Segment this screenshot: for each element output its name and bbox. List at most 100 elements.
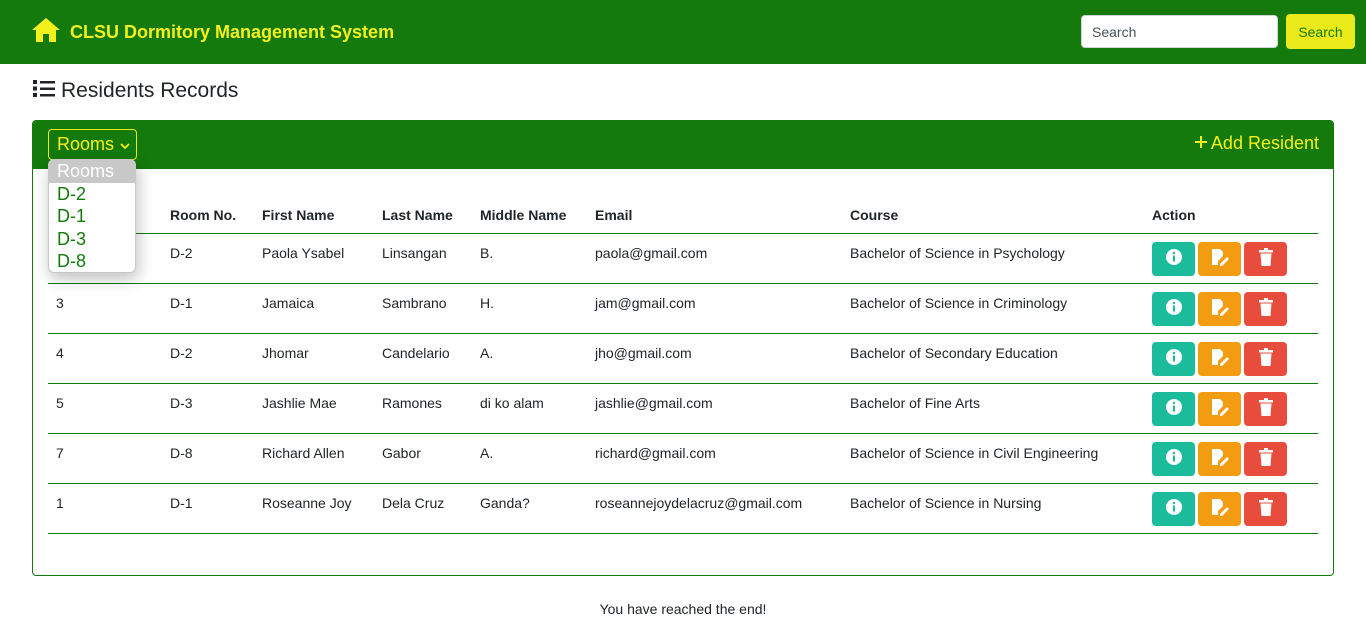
cell-action <box>1144 383 1318 434</box>
trash-icon <box>1258 248 1273 269</box>
delete-button[interactable] <box>1244 441 1287 476</box>
page-title: Residents Records <box>33 79 238 103</box>
trash-icon <box>1258 298 1273 319</box>
rooms-dropdown: Rooms D-2 D-1 D-3 D-8 <box>48 159 136 273</box>
cell-first-name: Jashlie Mae <box>254 383 374 434</box>
cell-room-no: D-1 <box>162 283 254 334</box>
edit-icon <box>1210 498 1230 519</box>
cell-course: Bachelor of Science in Psychology <box>842 233 1144 284</box>
header-course: Course <box>842 205 1144 234</box>
edit-icon <box>1210 448 1230 469</box>
home-icon <box>31 17 61 48</box>
header-email: Email <box>587 205 842 234</box>
chevron-down-icon <box>120 134 130 155</box>
header-action: Action <box>1144 205 1318 234</box>
rooms-option[interactable]: D-1 <box>49 205 135 228</box>
cell-email: richard@gmail.com <box>587 433 842 484</box>
view-info-button[interactable] <box>1152 391 1195 426</box>
edit-icon <box>1210 398 1230 419</box>
table-row: 7 D-8 Richard Allen Gabor A. richard@gmail.co… <box>48 433 1318 484</box>
cell-first-name: Paola Ysabel <box>254 233 374 284</box>
info-icon <box>1165 248 1183 269</box>
delete-button[interactable] <box>1244 341 1287 376</box>
cell-action <box>1144 233 1318 284</box>
plus-icon <box>1194 133 1208 154</box>
rooms-option[interactable]: D-3 <box>49 228 135 251</box>
cell-student-no: 7 <box>48 433 162 484</box>
view-info-button[interactable] <box>1152 491 1195 526</box>
delete-button[interactable] <box>1244 491 1287 526</box>
delete-button[interactable] <box>1244 241 1287 276</box>
header-last-name: Last Name <box>374 205 472 234</box>
info-icon <box>1165 498 1183 519</box>
cell-course: Bachelor of Science in Civil Engineering <box>842 433 1144 484</box>
residents-card: Rooms Add Resident Student No. Room No. … <box>32 120 1334 576</box>
edit-button[interactable] <box>1198 291 1241 326</box>
cell-last-name: Ramones <box>374 383 472 434</box>
cell-student-no: 4 <box>48 333 162 384</box>
brand[interactable]: CLSU Dormitory Management System <box>31 17 394 48</box>
header-first-name: First Name <box>254 205 374 234</box>
cell-first-name: Richard Allen <box>254 433 374 484</box>
edit-icon <box>1210 298 1230 319</box>
rooms-option[interactable]: D-8 <box>49 250 135 272</box>
cell-room-no: D-3 <box>162 383 254 434</box>
table-row: 4 D-2 Jhomar Candelario A. jho@gmail.com Bache… <box>48 333 1318 384</box>
header-middle-name: Middle Name <box>472 205 587 234</box>
cell-student-no: 3 <box>48 283 162 334</box>
edit-icon <box>1210 348 1230 369</box>
cell-room-no: D-2 <box>162 233 254 284</box>
search-button[interactable]: Search <box>1286 14 1355 49</box>
cell-middle-name: B. <box>472 233 587 284</box>
rooms-select[interactable]: Rooms <box>48 129 137 160</box>
table-row: 3 D-1 Jamaica Sambrano H. jam@gmail.com Bachel… <box>48 283 1318 334</box>
trash-icon <box>1258 498 1273 519</box>
info-icon <box>1165 398 1183 419</box>
cell-course: Bachelor of Fine Arts <box>842 383 1144 434</box>
cell-email: jho@gmail.com <box>587 333 842 384</box>
edit-button[interactable] <box>1198 241 1241 276</box>
cell-middle-name: di ko alam <box>472 383 587 434</box>
cell-last-name: Candelario <box>374 333 472 384</box>
residents-table: Student No. Room No. First Name Last Nam… <box>48 205 1318 534</box>
cell-email: jashlie@gmail.com <box>587 383 842 434</box>
add-resident-button[interactable]: Add Resident <box>1194 133 1319 154</box>
view-info-button[interactable] <box>1152 291 1195 326</box>
cell-email: paola@gmail.com <box>587 233 842 284</box>
info-icon <box>1165 298 1183 319</box>
cell-action <box>1144 483 1318 534</box>
cell-first-name: Roseanne Joy <box>254 483 374 534</box>
cell-middle-name: H. <box>472 283 587 334</box>
edit-button[interactable] <box>1198 341 1241 376</box>
table-row: 5 D-3 Jashlie Mae Ramones di ko alam jashlie@… <box>48 383 1318 434</box>
view-info-button[interactable] <box>1152 441 1195 476</box>
cell-middle-name: A. <box>472 333 587 384</box>
add-resident-label: Add Resident <box>1210 133 1319 153</box>
edit-button[interactable] <box>1198 441 1241 476</box>
rooms-option[interactable]: Rooms <box>49 160 135 183</box>
cell-action <box>1144 333 1318 384</box>
view-info-button[interactable] <box>1152 241 1195 276</box>
edit-button[interactable] <box>1198 491 1241 526</box>
card-header: Rooms Add Resident <box>33 121 1333 169</box>
view-info-button[interactable] <box>1152 341 1195 376</box>
trash-icon <box>1258 398 1273 419</box>
cell-room-no: D-1 <box>162 483 254 534</box>
cell-first-name: Jamaica <box>254 283 374 334</box>
cell-last-name: Dela Cruz <box>374 483 472 534</box>
table-header-row: Student No. Room No. First Name Last Nam… <box>48 205 1318 234</box>
cell-student-no: 1 <box>48 483 162 534</box>
edit-button[interactable] <box>1198 391 1241 426</box>
trash-icon <box>1258 348 1273 369</box>
info-icon <box>1165 348 1183 369</box>
table-row: 1 D-1 Roseanne Joy Dela Cruz Ganda? roseannej… <box>48 483 1318 534</box>
brand-title: CLSU Dormitory Management System <box>70 22 395 42</box>
cell-action <box>1144 433 1318 484</box>
delete-button[interactable] <box>1244 291 1287 326</box>
delete-button[interactable] <box>1244 391 1287 426</box>
cell-room-no: D-2 <box>162 333 254 384</box>
rooms-option[interactable]: D-2 <box>49 183 135 206</box>
cell-email: roseannejoydelacruz@gmail.com <box>587 483 842 534</box>
search-input[interactable] <box>1081 15 1278 48</box>
cell-course: Bachelor of Science in Criminology <box>842 283 1144 334</box>
